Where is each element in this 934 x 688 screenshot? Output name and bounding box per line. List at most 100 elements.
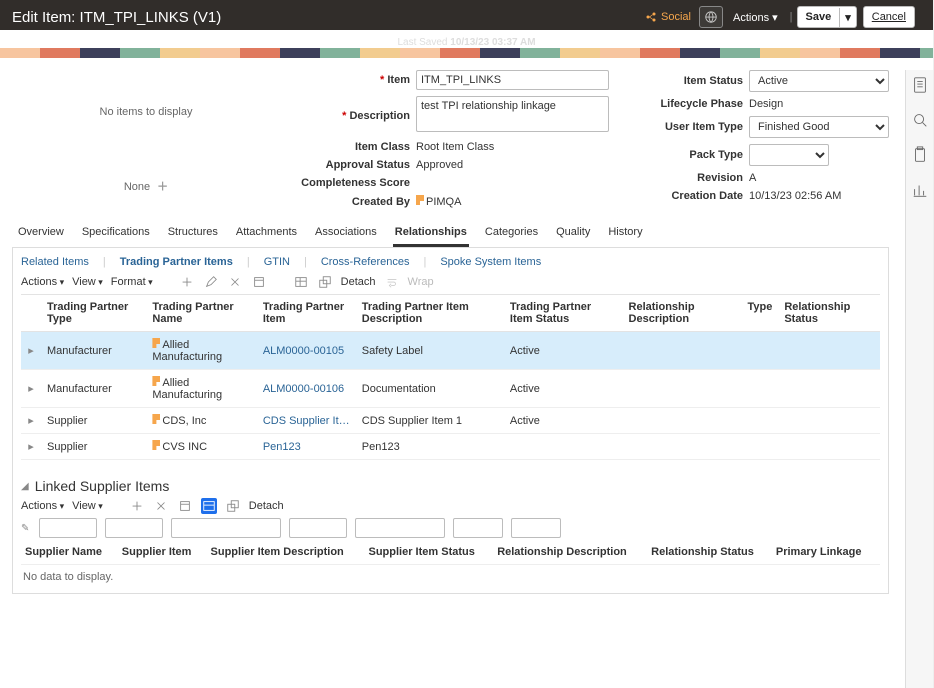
item-input[interactable]	[416, 70, 609, 90]
tp-item[interactable]: ALM0000-00106	[257, 370, 356, 408]
lifecycle-label: Lifecycle Phase	[629, 98, 749, 110]
tab-associations[interactable]: Associations	[313, 220, 379, 247]
tab-categories[interactable]: Categories	[483, 220, 540, 247]
subtab-trading-partner-items[interactable]: Trading Partner Items	[120, 256, 233, 268]
linked-detach-icon[interactable]	[225, 498, 241, 514]
tp-name: CVS INC	[146, 434, 256, 460]
tab-relationships[interactable]: Relationships	[393, 220, 469, 247]
rail-chart-icon[interactable]	[911, 181, 929, 202]
freeze-icon[interactable]	[293, 274, 309, 290]
linked-col[interactable]: Supplier Item Status	[367, 540, 494, 562]
edit-row-icon[interactable]	[203, 274, 219, 290]
pack-type-select[interactable]	[749, 144, 829, 166]
linked-qbe-icon[interactable]	[201, 498, 217, 514]
linked-actions-menu[interactable]: Actions	[21, 500, 64, 512]
tpi-view-menu[interactable]: View	[72, 276, 103, 288]
tpi-col[interactable]: Type	[741, 295, 778, 332]
description-label: Description	[296, 110, 416, 122]
tpi-col[interactable]: Relationship Description	[623, 295, 742, 332]
tpi-actions-menu[interactable]: Actions	[21, 276, 64, 288]
tab-quality[interactable]: Quality	[554, 220, 592, 247]
tpi-table[interactable]: Trading Partner TypeTrading Partner Name…	[21, 294, 880, 460]
created-by-label: Created By	[296, 196, 416, 208]
qbe-pencil-icon[interactable]: ✎	[21, 518, 29, 538]
filter-supplier-item[interactable]	[105, 518, 163, 538]
tp-item[interactable]: Pen123	[257, 434, 356, 460]
subtab-cross-references[interactable]: Cross-References	[321, 256, 410, 268]
tab-overview[interactable]: Overview	[16, 220, 66, 247]
table-row[interactable]: ▸SupplierCVS INCPen123Pen123	[21, 434, 880, 460]
creation-date-label: Creation Date	[629, 190, 749, 202]
linked-delete-icon[interactable]	[153, 498, 169, 514]
tpi-col[interactable]: Trading Partner Name	[146, 295, 256, 332]
table-row[interactable]: ▸ManufacturerAllied ManufacturingALM0000…	[21, 370, 880, 408]
user-item-type-select[interactable]: Finished Good	[749, 116, 889, 138]
description-input[interactable]: test TPI relationship linkage	[416, 96, 609, 132]
rel-desc	[623, 332, 742, 370]
header-actions-menu[interactable]: Actions ▾	[733, 11, 778, 24]
tpi-col[interactable]: Trading Partner Item Status	[504, 295, 623, 332]
filter-supplier-name[interactable]	[39, 518, 97, 538]
linked-title: Linked Supplier Items	[35, 478, 170, 494]
linked-col[interactable]: Supplier Name	[23, 540, 118, 562]
add-context-icon[interactable]: ＋	[157, 181, 168, 193]
expand-icon[interactable]: ▸	[21, 332, 41, 370]
tp-status	[504, 434, 623, 460]
table-row[interactable]: ▸SupplierCDS, IncCDS Supplier It…CDS Sup…	[21, 408, 880, 434]
last-saved: Last Saved 10/13/23 03:37 AM	[0, 37, 933, 48]
item-status-select[interactable]: Active	[749, 70, 889, 92]
tab-specifications[interactable]: Specifications	[80, 220, 152, 247]
no-items-text: No items to display	[16, 106, 276, 118]
social-link[interactable]: Social	[645, 11, 691, 23]
rel-status	[778, 434, 880, 460]
linked-export-icon[interactable]	[177, 498, 193, 514]
save-button[interactable]: Save▾	[797, 6, 857, 28]
subtab-spoke-system-items[interactable]: Spoke System Items	[440, 256, 541, 268]
collapse-icon[interactable]: ◢	[21, 481, 29, 492]
tpi-col[interactable]: Trading Partner Item	[257, 295, 356, 332]
subtab-related-items[interactable]: Related Items	[21, 256, 89, 268]
linked-col[interactable]: Relationship Status	[649, 540, 772, 562]
linked-col[interactable]: Relationship Description	[495, 540, 647, 562]
filter-supplier-item-desc[interactable]	[171, 518, 281, 538]
filter-rel-status[interactable]	[453, 518, 503, 538]
expand-icon[interactable]: ▸	[21, 408, 41, 434]
linked-col[interactable]: Primary Linkage	[774, 540, 878, 562]
tp-type: Supplier	[41, 434, 146, 460]
tab-attachments[interactable]: Attachments	[234, 220, 299, 247]
linked-detach-label[interactable]: Detach	[249, 500, 284, 512]
linked-col[interactable]: Supplier Item Description	[209, 540, 365, 562]
tp-item[interactable]: ALM0000-00105	[257, 332, 356, 370]
delete-row-icon[interactable]	[227, 274, 243, 290]
expand-icon[interactable]: ▸	[21, 434, 41, 460]
tpi-col[interactable]: Trading Partner Type	[41, 295, 146, 332]
tpi-col[interactable]: Trading Partner Item Description	[356, 295, 504, 332]
tab-structures[interactable]: Structures	[166, 220, 220, 247]
export-icon[interactable]	[251, 274, 267, 290]
tp-status: Active	[504, 332, 623, 370]
tp-status: Active	[504, 408, 623, 434]
rail-clipboard-icon[interactable]	[911, 146, 929, 167]
linked-view-menu[interactable]: View	[72, 500, 103, 512]
table-row[interactable]: ▸ManufacturerAllied ManufacturingALM0000…	[21, 332, 880, 370]
detach-label[interactable]: Detach	[341, 276, 376, 288]
detach-icon[interactable]	[317, 274, 333, 290]
social-label: Social	[661, 11, 691, 23]
tp-item[interactable]: CDS Supplier It…	[257, 408, 356, 434]
globe-button[interactable]	[699, 6, 723, 28]
rail-search-icon[interactable]	[911, 111, 929, 132]
add-row-icon[interactable]	[179, 274, 195, 290]
filter-supplier-item-status[interactable]	[289, 518, 347, 538]
linked-add-icon[interactable]	[129, 498, 145, 514]
filter-primary-linkage[interactable]	[511, 518, 561, 538]
rail-document-icon[interactable]	[911, 76, 929, 97]
linked-col[interactable]: Supplier Item	[120, 540, 207, 562]
expand-icon[interactable]: ▸	[21, 370, 41, 408]
cancel-button[interactable]: Cancel	[863, 6, 915, 28]
tab-history[interactable]: History	[606, 220, 644, 247]
tp-desc: CDS Supplier Item 1	[356, 408, 504, 434]
subtab-gtin[interactable]: GTIN	[264, 256, 290, 268]
tpi-format-menu[interactable]: Format	[111, 276, 153, 288]
filter-rel-desc[interactable]	[355, 518, 445, 538]
tpi-col[interactable]: Relationship Status	[778, 295, 880, 332]
